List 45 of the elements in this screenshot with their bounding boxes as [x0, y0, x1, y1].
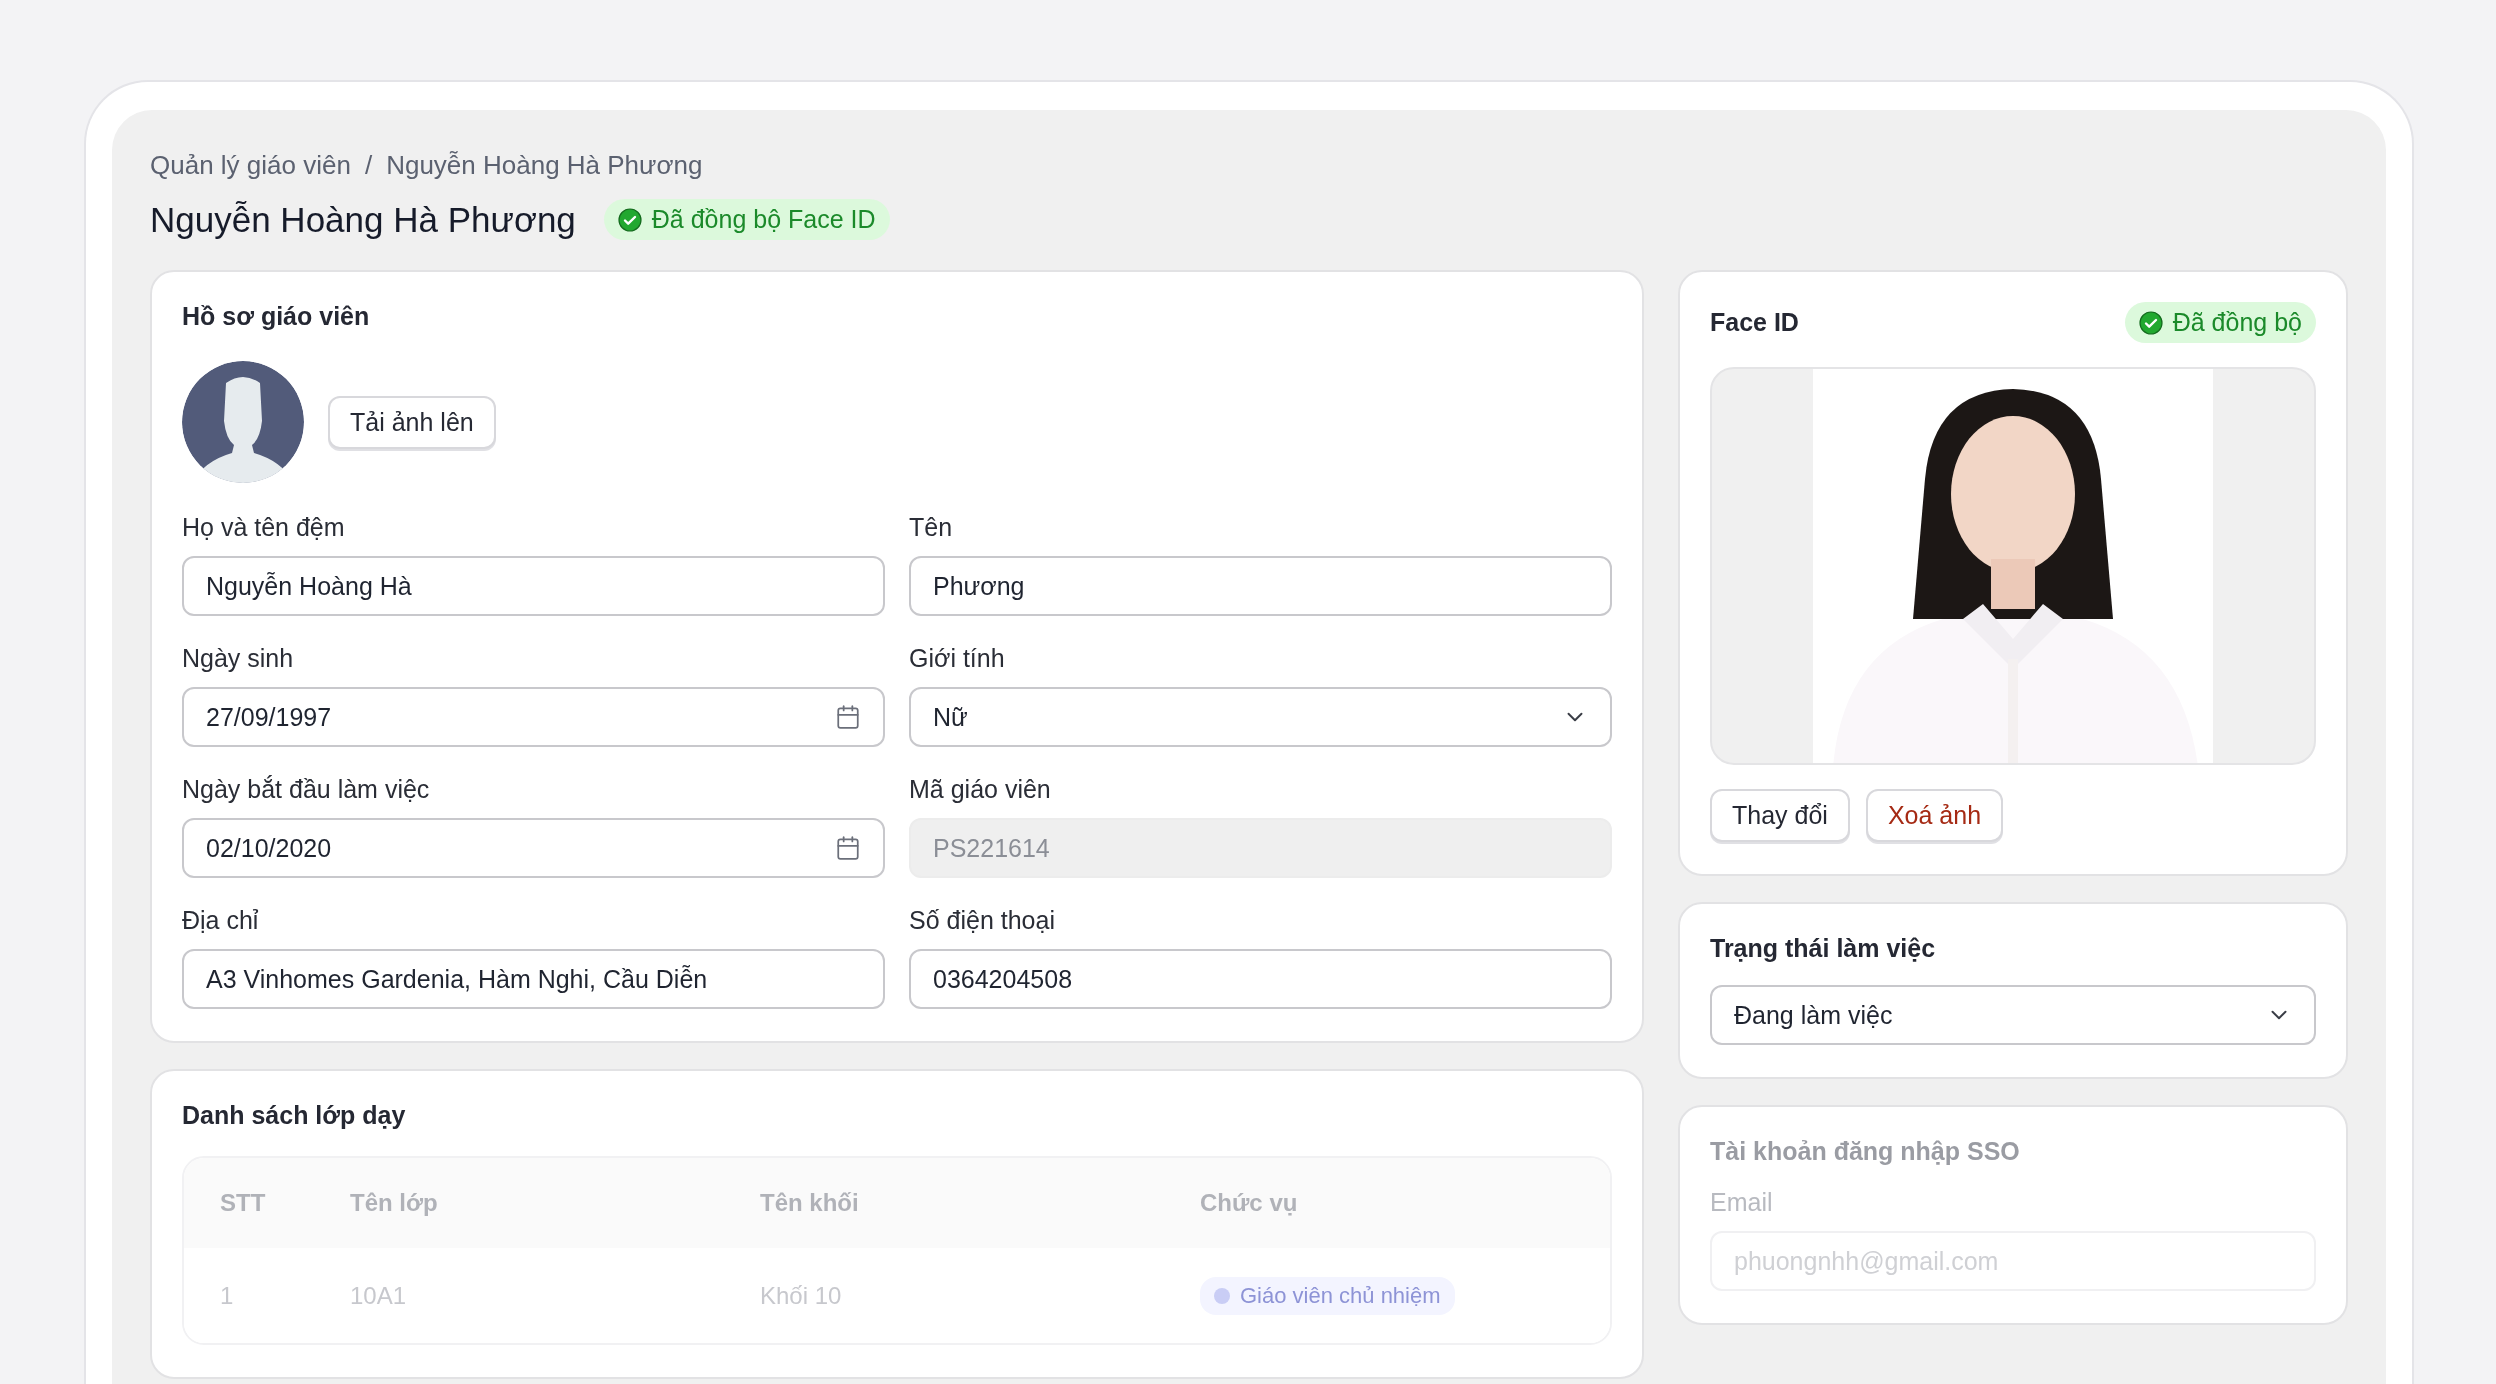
- column-header: Tên khối: [760, 1189, 860, 1217]
- role-label: Giáo viên chủ nhiệm: [1240, 1282, 1441, 1309]
- input-field[interactable]: Phương: [909, 556, 1612, 616]
- select-field[interactable]: Nữ: [909, 687, 1612, 747]
- card-title: Hồ sơ giáo viên: [182, 302, 371, 331]
- field-label: Giới tính: [909, 644, 1006, 673]
- table-cell-text: 10A1: [350, 1281, 408, 1310]
- field-label: Tên: [909, 513, 954, 542]
- breadcrumb-link[interactable]: Nguyễn Hoàng Hà Phương: [386, 150, 703, 181]
- input-field[interactable]: 0364204508: [909, 949, 1612, 1009]
- card-title: Face ID: [1710, 308, 1799, 337]
- upload-photo-button[interactable]: Tải ảnh lên: [328, 395, 496, 449]
- field-label: Số điện thoại: [909, 906, 1056, 935]
- check-circle-icon: [617, 207, 642, 232]
- card-title: Trạng thái làm việc: [1710, 934, 1937, 963]
- avatar-icon: [182, 361, 304, 483]
- field-label: Địa chỉ: [182, 906, 260, 935]
- table-cell-text: Khối 10: [760, 1281, 843, 1310]
- date-field[interactable]: 27/09/1997: [182, 687, 885, 747]
- calendar-icon: [835, 704, 861, 730]
- select-field[interactable]: Đang làm việc: [1710, 985, 2316, 1045]
- change-photo-button[interactable]: Thay đổi: [1710, 789, 1850, 842]
- breadcrumb-link[interactable]: Quản lý giáo viên: [150, 150, 351, 181]
- field-label: Ngày sinh: [182, 644, 295, 673]
- card-title: Danh sách lớp dạy: [182, 1101, 407, 1130]
- page-title: Nguyễn Hoàng Hà Phương: [150, 199, 576, 240]
- table-cell-text: 1: [220, 1281, 235, 1310]
- card-title: Tài khoản đăng nhập SSO: [1710, 1137, 2021, 1166]
- column-header: Tên lớp: [350, 1189, 439, 1217]
- dot-icon: [1214, 1287, 1230, 1304]
- breadcrumb-separator: /: [364, 150, 373, 181]
- column-header: STT: [220, 1189, 267, 1217]
- field-label: Email: [1710, 1188, 1774, 1217]
- field-label: Họ và tên đệm: [182, 513, 346, 542]
- date-field[interactable]: 02/10/2020: [182, 818, 885, 878]
- check-circle-icon: [2138, 310, 2163, 335]
- field-label: Ngày bắt đầu làm việc: [182, 775, 431, 804]
- input-field[interactable]: A3 Vinhomes Gardenia, Hàm Nghi, Cầu Diễn: [182, 949, 885, 1009]
- badge-label: Đã đồng bộ: [2172, 308, 2302, 337]
- field-label: Mã giáo viên: [909, 775, 1052, 804]
- delete-photo-button[interactable]: Xoá ảnh: [1865, 789, 2004, 842]
- badge-label: Đã đồng bộ Face ID: [651, 205, 876, 234]
- calendar-icon: [835, 835, 861, 861]
- input-field[interactable]: Nguyễn Hoàng Hà: [182, 556, 885, 616]
- column-header: Chức vụ: [1200, 1189, 1299, 1217]
